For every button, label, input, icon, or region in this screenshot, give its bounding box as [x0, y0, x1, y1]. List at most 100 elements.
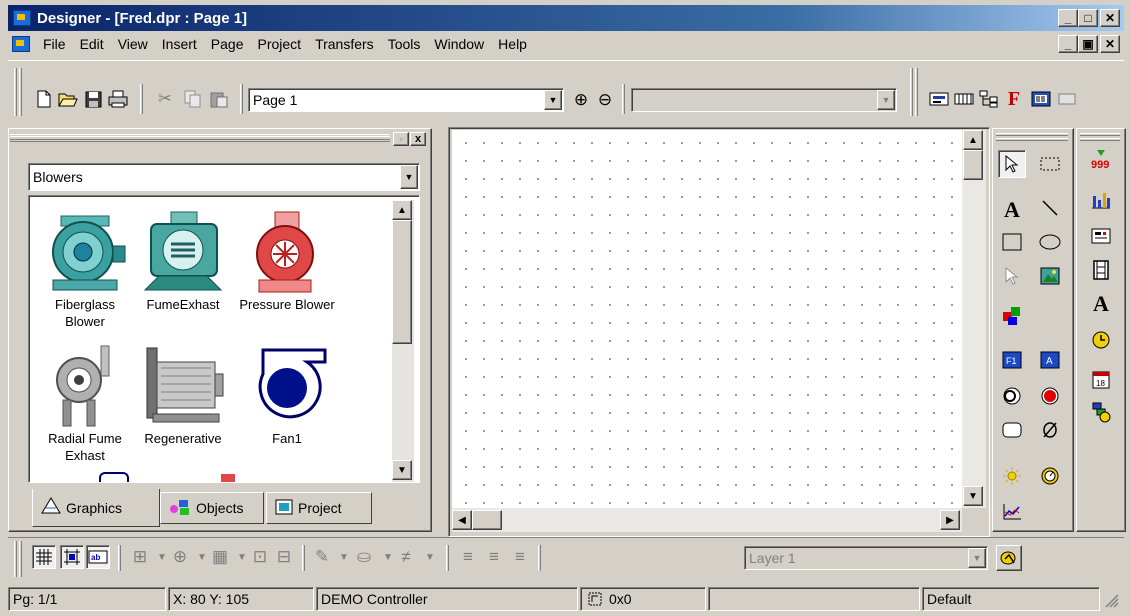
close-button[interactable]: ✕	[1100, 9, 1120, 27]
ellipse-tool-icon[interactable]	[1036, 228, 1064, 256]
maximize-button[interactable]: □	[1078, 9, 1098, 27]
menu-file[interactable]: File	[36, 36, 73, 52]
canvas-horizontal-thumb[interactable]	[472, 510, 502, 530]
app-icon[interactable]	[13, 10, 31, 26]
menu-transfers[interactable]: Transfers	[308, 36, 381, 52]
page-combo-arrow-icon[interactable]: ▼	[544, 90, 562, 110]
palette-restore-button[interactable]: ▫	[393, 132, 409, 146]
open-folder-icon[interactable]	[57, 88, 79, 110]
gallery-item[interactable]: Radial Fume Exhast	[37, 344, 133, 464]
message-display-icon[interactable]	[1087, 222, 1115, 250]
line-style-dropdown-icon[interactable]: ▼	[418, 545, 442, 569]
color-blocks-icon[interactable]	[998, 302, 1026, 330]
snap-grid-icon[interactable]	[60, 545, 84, 569]
toolbar-grip-2[interactable]	[19, 68, 22, 116]
format-toolbar-grip[interactable]	[14, 541, 17, 577]
group-icon[interactable]: ⊡	[248, 545, 272, 569]
cut-icon[interactable]: ✂	[154, 88, 176, 110]
columns-icon[interactable]	[953, 88, 975, 110]
zoom-out-icon[interactable]: ⊖	[594, 89, 616, 111]
print-icon[interactable]	[107, 88, 129, 110]
menu-view[interactable]: View	[111, 36, 155, 52]
rounded-box-icon[interactable]	[998, 416, 1026, 444]
view-display-icon[interactable]	[928, 88, 950, 110]
toolbox-grip[interactable]	[996, 133, 1068, 136]
align-center-icon[interactable]: ≡	[482, 545, 506, 569]
toolbar-grip[interactable]	[14, 68, 17, 116]
canvas-scroll-up-icon[interactable]: ▲	[963, 130, 983, 150]
numeric-display-icon[interactable]: 999	[1087, 146, 1115, 174]
paste-icon[interactable]	[208, 88, 230, 110]
palette-grip[interactable]	[10, 134, 390, 142]
text-tool-icon[interactable]: A	[998, 196, 1026, 224]
function-key-button-icon[interactable]: F1	[998, 346, 1026, 374]
tab-objects[interactable]: Objects	[160, 492, 264, 524]
control-toolbox-grip-2[interactable]	[1080, 138, 1120, 141]
trend-chart-icon[interactable]	[998, 498, 1026, 526]
menu-tools[interactable]: Tools	[381, 36, 428, 52]
canvas-scroll-left-icon[interactable]: ◀	[452, 510, 472, 530]
doc-close-button[interactable]: ✕	[1100, 35, 1120, 53]
format-toolbar-grip-2[interactable]	[19, 541, 22, 577]
text-box-icon[interactable]: ab	[86, 545, 110, 569]
save-icon[interactable]	[82, 88, 104, 110]
gallery-scroll-thumb[interactable]	[392, 220, 412, 344]
doc-minimize-button[interactable]: _	[1058, 35, 1078, 53]
toolbar-grip-4[interactable]	[915, 68, 918, 116]
toolbox-grip-2[interactable]	[996, 138, 1068, 141]
toolbar-grip-3[interactable]	[910, 68, 913, 116]
tree-view-icon[interactable]	[978, 88, 1000, 110]
gallery-item[interactable]: Fan1	[239, 344, 335, 447]
copy-icon[interactable]	[182, 88, 204, 110]
design-canvas[interactable]	[452, 130, 962, 508]
bar-graph-icon[interactable]	[1087, 186, 1115, 214]
select-arrow-icon[interactable]	[998, 150, 1026, 178]
rectangle-tool-icon[interactable]	[998, 228, 1026, 256]
align-objects-icon[interactable]: ⊞	[128, 545, 152, 569]
page-combo[interactable]: Page 1 ▼	[248, 88, 564, 112]
scroll-up-icon[interactable]: ▲	[392, 200, 412, 220]
menu-edit[interactable]: Edit	[73, 36, 111, 52]
fill-color-icon[interactable]: ⛀	[352, 545, 376, 569]
film-strip-icon[interactable]	[1087, 256, 1115, 284]
menu-insert[interactable]: Insert	[155, 36, 204, 52]
clock-icon[interactable]	[1087, 326, 1115, 354]
category-combo[interactable]: Blowers ▼	[28, 163, 420, 191]
scroll-down-icon[interactable]: ▼	[392, 460, 412, 480]
alarm-lamp-icon[interactable]	[1087, 398, 1115, 426]
picture-tool-icon[interactable]	[1036, 262, 1064, 290]
marquee-select-icon[interactable]	[1036, 150, 1064, 178]
order-objects-icon[interactable]: ▦	[208, 545, 232, 569]
ungroup-icon[interactable]: ⊟	[272, 545, 296, 569]
more-tools-icon[interactable]	[1056, 88, 1078, 110]
indicator-lamp-icon[interactable]	[1036, 382, 1064, 410]
palette-close-button[interactable]: x	[410, 132, 426, 146]
date-icon[interactable]: 18	[1087, 366, 1115, 394]
canvas-vertical-thumb[interactable]	[963, 150, 983, 180]
resize-grip-icon[interactable]	[1102, 591, 1120, 609]
minimize-button[interactable]: _	[1058, 9, 1078, 27]
layer-manager-icon[interactable]	[996, 545, 1022, 571]
align-left-icon[interactable]: ≡	[456, 545, 480, 569]
gallery-item[interactable]: FumeExhast	[135, 210, 231, 313]
align-right-icon[interactable]: ≡	[508, 545, 532, 569]
new-file-icon[interactable]	[33, 88, 55, 110]
text-format-icon[interactable]: A	[1087, 290, 1115, 318]
gallery-item[interactable]: Pressure Blower	[239, 210, 335, 313]
pointer-tool-icon[interactable]	[998, 262, 1026, 290]
tab-graphics[interactable]: Graphics	[32, 489, 160, 527]
control-toolbox-grip[interactable]	[1080, 133, 1120, 136]
center-objects-icon[interactable]: ⊕	[168, 545, 192, 569]
radio-button-icon[interactable]	[998, 382, 1026, 410]
menu-help[interactable]: Help	[491, 36, 534, 52]
canvas-scroll-right-icon[interactable]: ▶	[940, 510, 960, 530]
document-icon[interactable]	[12, 36, 30, 52]
category-combo-arrow-icon[interactable]: ▼	[400, 165, 418, 189]
canvas-vertical-scrollbar[interactable]: ▲ ▼	[962, 130, 986, 508]
menu-window[interactable]: Window	[427, 36, 491, 52]
null-symbol-icon[interactable]	[1036, 416, 1064, 444]
barcode-icon[interactable]	[1030, 88, 1052, 110]
canvas-scroll-down-icon[interactable]: ▼	[963, 486, 983, 506]
doc-restore-button[interactable]: ▣	[1078, 35, 1098, 53]
gallery-item[interactable]: Fiberglass Blower	[37, 210, 133, 330]
